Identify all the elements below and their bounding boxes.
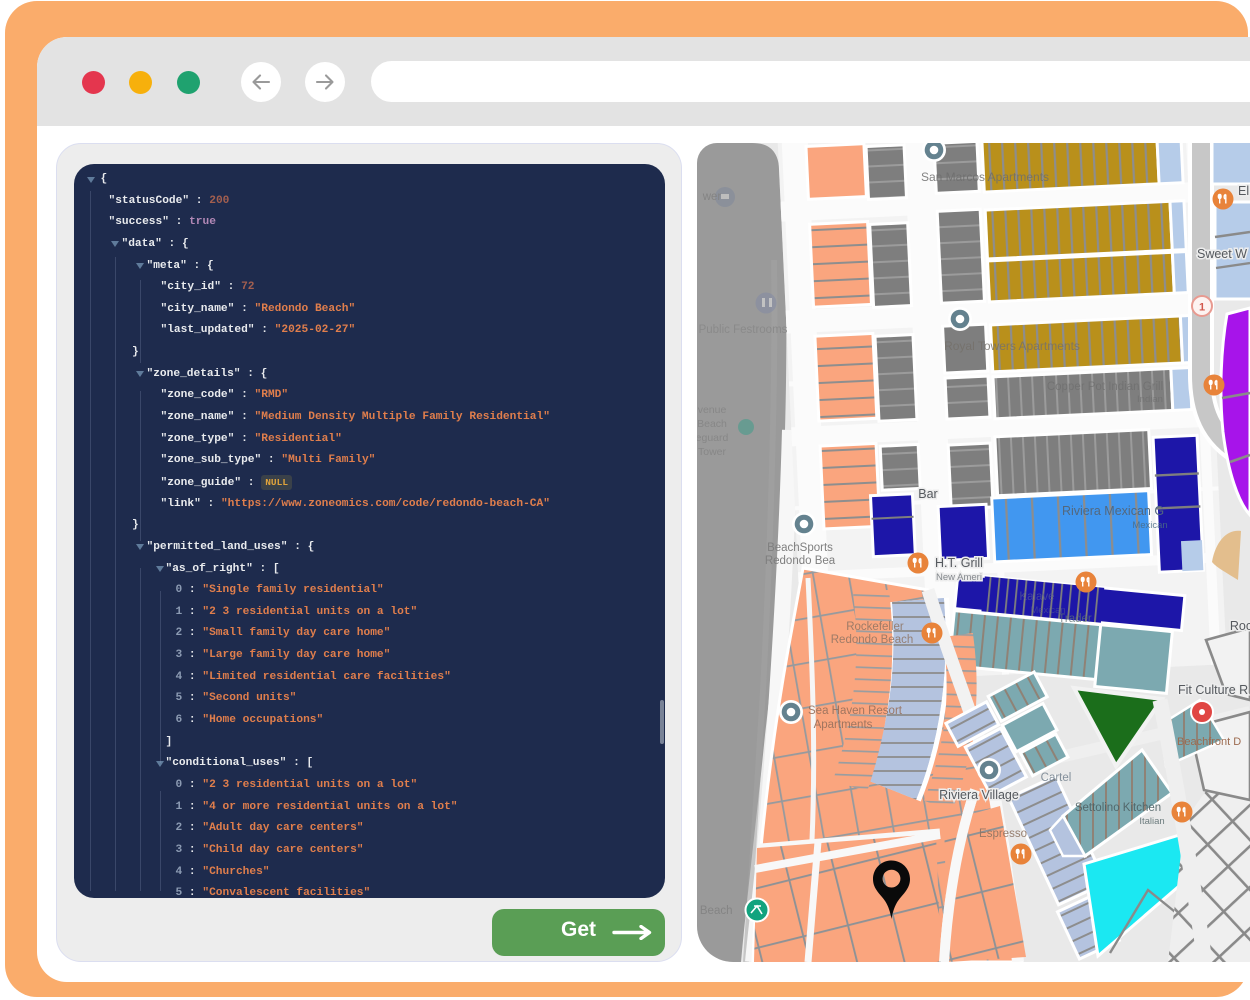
svg-text:Public Festrooms: Public Festrooms [699, 324, 788, 336]
svg-text:Roc: Roc [1230, 619, 1250, 633]
svg-text:1: 1 [1199, 302, 1205, 314]
svg-text:Redondo Beach: Redondo Beach [831, 634, 913, 646]
svg-text:Cartel: Cartel [1041, 772, 1072, 784]
svg-text:Tower: Tower [698, 446, 727, 458]
svg-text:Espresso: Espresso [979, 828, 1027, 840]
svg-text:Royal Towers Apartments: Royal Towers Apartments [944, 339, 1080, 353]
svg-text:El: El [1238, 184, 1249, 198]
svg-text:Mexican: Mexican [1132, 520, 1167, 531]
svg-text:Settolino Kitchen: Settolino Kitchen [1075, 802, 1161, 814]
svg-text:Apartments: Apartments [814, 719, 873, 731]
svg-text:Bar: Bar [918, 487, 937, 501]
svg-text:wer: wer [702, 191, 722, 203]
svg-text:venue: venue [698, 404, 727, 416]
svg-text:t Beach: t Beach [697, 905, 733, 917]
svg-text:BeachSports: BeachSports [767, 542, 833, 554]
svg-text:Sweet W: Sweet W [1197, 247, 1247, 261]
svg-text:H.T. Grill: H.T. Grill [935, 556, 983, 570]
svg-text:Beach: Beach [697, 418, 727, 430]
svg-text:Italian: Italian [1139, 816, 1164, 827]
svg-text:Kalave: Kalave [1019, 591, 1054, 603]
svg-text:Indian: Indian [1137, 394, 1163, 405]
svg-text:Redondo Bea: Redondo Bea [765, 555, 836, 567]
svg-text:New Ameri: New Ameri [936, 572, 982, 583]
svg-text:Sea Haven Resort: Sea Haven Resort [808, 705, 903, 717]
svg-text:eguard: eguard [697, 432, 729, 444]
svg-text:San Marcos Apartments: San Marcos Apartments [921, 170, 1049, 184]
svg-text:Fit Culture R: Fit Culture R [1178, 683, 1248, 697]
svg-text:Riviera Mexican G: Riviera Mexican G [1062, 504, 1164, 518]
svg-text:Trader: Trader [1058, 613, 1092, 625]
svg-text:Riviera Village: Riviera Village [939, 788, 1019, 802]
svg-text:Beachfront D: Beachfront D [1177, 736, 1241, 748]
svg-text:Rockefeller: Rockefeller [846, 621, 904, 633]
svg-text:Copper Pot Indian Grill: Copper Pot Indian Grill [1047, 381, 1163, 393]
